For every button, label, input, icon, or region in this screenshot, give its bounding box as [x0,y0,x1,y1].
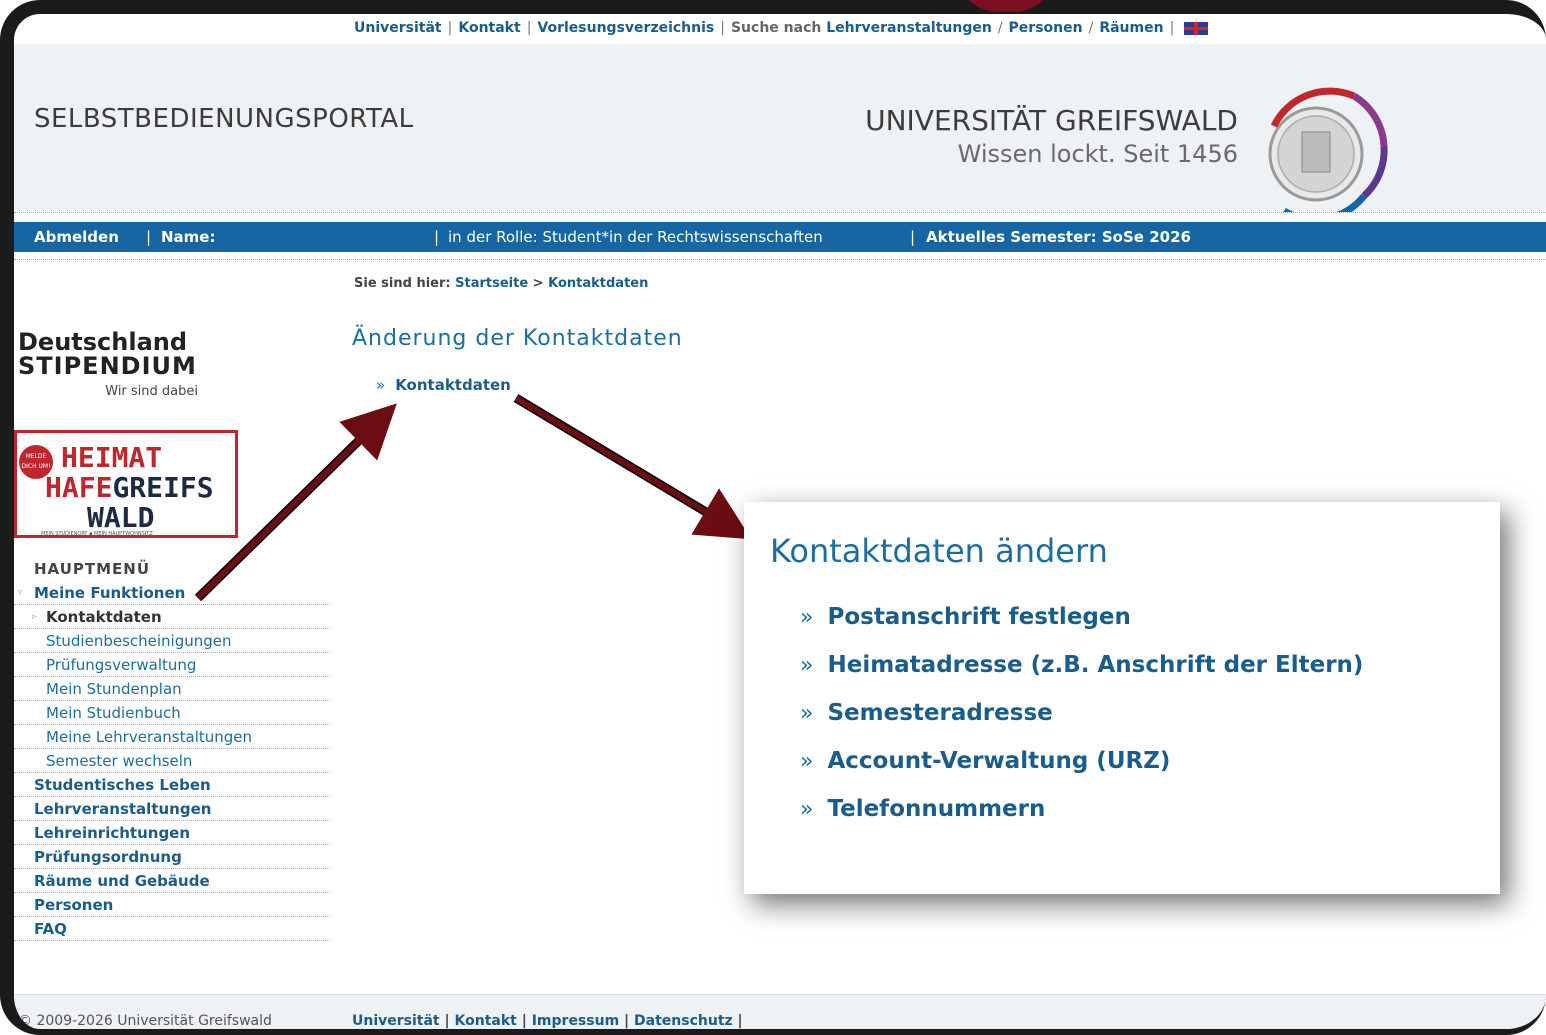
footer-link-universitaet[interactable]: Universität [352,1013,440,1029]
chevron-right-icon: » [376,376,386,394]
chevron-right-icon: » [800,653,814,678]
site-header: SELBSTBEDIENUNGSPORTAL UNIVERSITÄT GREIF… [14,44,1546,222]
topnav-personen-link[interactable]: Personen [1009,20,1083,36]
sidebar-item-kontaktdaten[interactable]: ▹ Kontaktdaten [14,605,330,629]
chevron-right-icon: » [800,749,814,774]
sidebar-item-meine-lehrveranstaltungen[interactable]: Meine Lehrveranstaltungen [14,725,330,749]
main-menu: HAUPTMENÜ ▿ Meine Funktionen ▹ Kontaktdaten… [14,557,330,941]
main-menu-heading: HAUPTMENÜ [34,560,151,578]
sidebar-item-studienbescheinigungen[interactable]: Studienbescheinigungen [14,629,330,653]
menu-expand-icon: ▹ [32,612,37,622]
zoom-panel-title: Kontaktdaten ändern [770,532,1108,570]
sidebar-item-lehreinrichtungen[interactable]: Lehreinrichtungen [14,821,330,845]
chevron-right-icon: » [800,797,814,822]
telefonnummern-link[interactable]: » Telefonnummern [800,796,1045,822]
logout-link[interactable]: Abmelden [34,228,119,246]
page-title: Änderung der Kontaktdaten [352,326,683,351]
english-flag-icon[interactable] [1184,21,1209,35]
current-semester[interactable]: Aktuelles Semester: SoSe 2026 [926,228,1191,246]
university-seal-logo[interactable] [1254,86,1390,222]
topnav-kontakt-link[interactable]: Kontakt [458,20,520,36]
menu-expand-icon: ▿ [18,588,23,598]
sidebar-item-personen[interactable]: Personen [14,893,330,917]
chevron-right-icon: » [800,605,814,630]
university-tagline: Wissen lockt. Seit 1456 [957,140,1238,168]
postanschrift-link[interactable]: » Postanschrift festlegen [800,604,1131,630]
footer-link-impressum[interactable]: Impressum [532,1013,619,1029]
topnav-raeumen-link[interactable]: Räumen [1099,20,1163,36]
footer-link-kontakt[interactable]: Kontakt [455,1013,517,1029]
semesteradresse-link[interactable]: » Semesteradresse [800,700,1053,726]
sidebar-item-studentisches-leben[interactable]: Studentisches Leben [14,773,330,797]
topnav-universitaet-link[interactable]: Universität [354,20,442,36]
portal-title: SELBSTBEDIENUNGSPORTAL [34,104,414,134]
footer-links: Universität | Kontakt | Impressum | Date… [352,1013,743,1029]
sidebar-item-lehrveranstaltungen[interactable]: Lehrveranstaltungen [14,797,330,821]
sidebar-item-semester-wechseln[interactable]: Semester wechseln [14,749,330,773]
sidebar-item-meine-funktionen[interactable]: ▿ Meine Funktionen [14,581,330,605]
sidebar-item-faq[interactable]: FAQ [14,917,330,941]
kontaktdaten-link[interactable]: » Kontaktdaten [376,376,511,394]
heimathafen-greifswald-banner[interactable]: MELDE DICH UM! HEIMAT HAFEGREIFS WALD ME… [14,430,238,538]
sidebar-item-mein-stundenplan[interactable]: Mein Stundenplan [14,677,330,701]
sidebar-item-prüfungsordnung[interactable]: Prüfungsordnung [14,845,330,869]
site-footer: © 2009-2026 Universität Greifswald Unive… [14,994,1546,1029]
breadcrumb-current-link[interactable]: Kontaktdaten [548,276,648,291]
user-bar: Abmelden | Name: | in der Rolle: Student… [14,212,1546,260]
topnav-vorlesungsverzeichnis-link[interactable]: Vorlesungsverzeichnis [537,20,714,36]
deutschlandstipendium-logo[interactable]: Deutschland STIPENDIUM Wir sind dabei [18,330,218,399]
user-name-label: Name: [161,228,216,246]
kontaktdaten-zoom-panel: Kontaktdaten ändern » Postanschrift festl… [744,502,1500,894]
topnav-search-label: Suche nach [730,20,822,36]
copyright-text: © 2009-2026 Universität Greifswald [18,1013,272,1029]
breadcrumb-home-link[interactable]: Startseite [455,276,528,291]
kontaktdaten-link-label: Kontaktdaten [395,376,511,394]
breadcrumb: Sie sind hier: Startseite > Kontaktdaten [354,276,649,291]
footer-link-datenschutz[interactable]: Datenschutz [634,1013,733,1029]
sidebar-item-mein-studienbuch[interactable]: Mein Studienbuch [14,701,330,725]
account-verwaltung-link[interactable]: » Account-Verwaltung (URZ) [800,748,1170,774]
user-role: in der Rolle: Student*in der Rechtswisse… [448,228,823,246]
breadcrumb-prefix: Sie sind hier: [354,276,451,291]
heimatadresse-link[interactable]: » Heimatadresse (z.B. Anschrift der Elter… [800,652,1363,678]
sidebar-item-räume-und-gebäude[interactable]: Räume und Gebäude [14,869,330,893]
sidebar-item-prüfungsverwaltung[interactable]: Prüfungsverwaltung [14,653,330,677]
top-navigation: Universität | Kontakt | Vorlesungsverzeichni… [354,20,1209,36]
topnav-lehrveranstaltungen-link[interactable]: Lehrveranstaltungen [826,20,992,36]
chevron-right-icon: » [800,701,814,726]
university-name: UNIVERSITÄT GREIFSWALD [865,104,1238,137]
